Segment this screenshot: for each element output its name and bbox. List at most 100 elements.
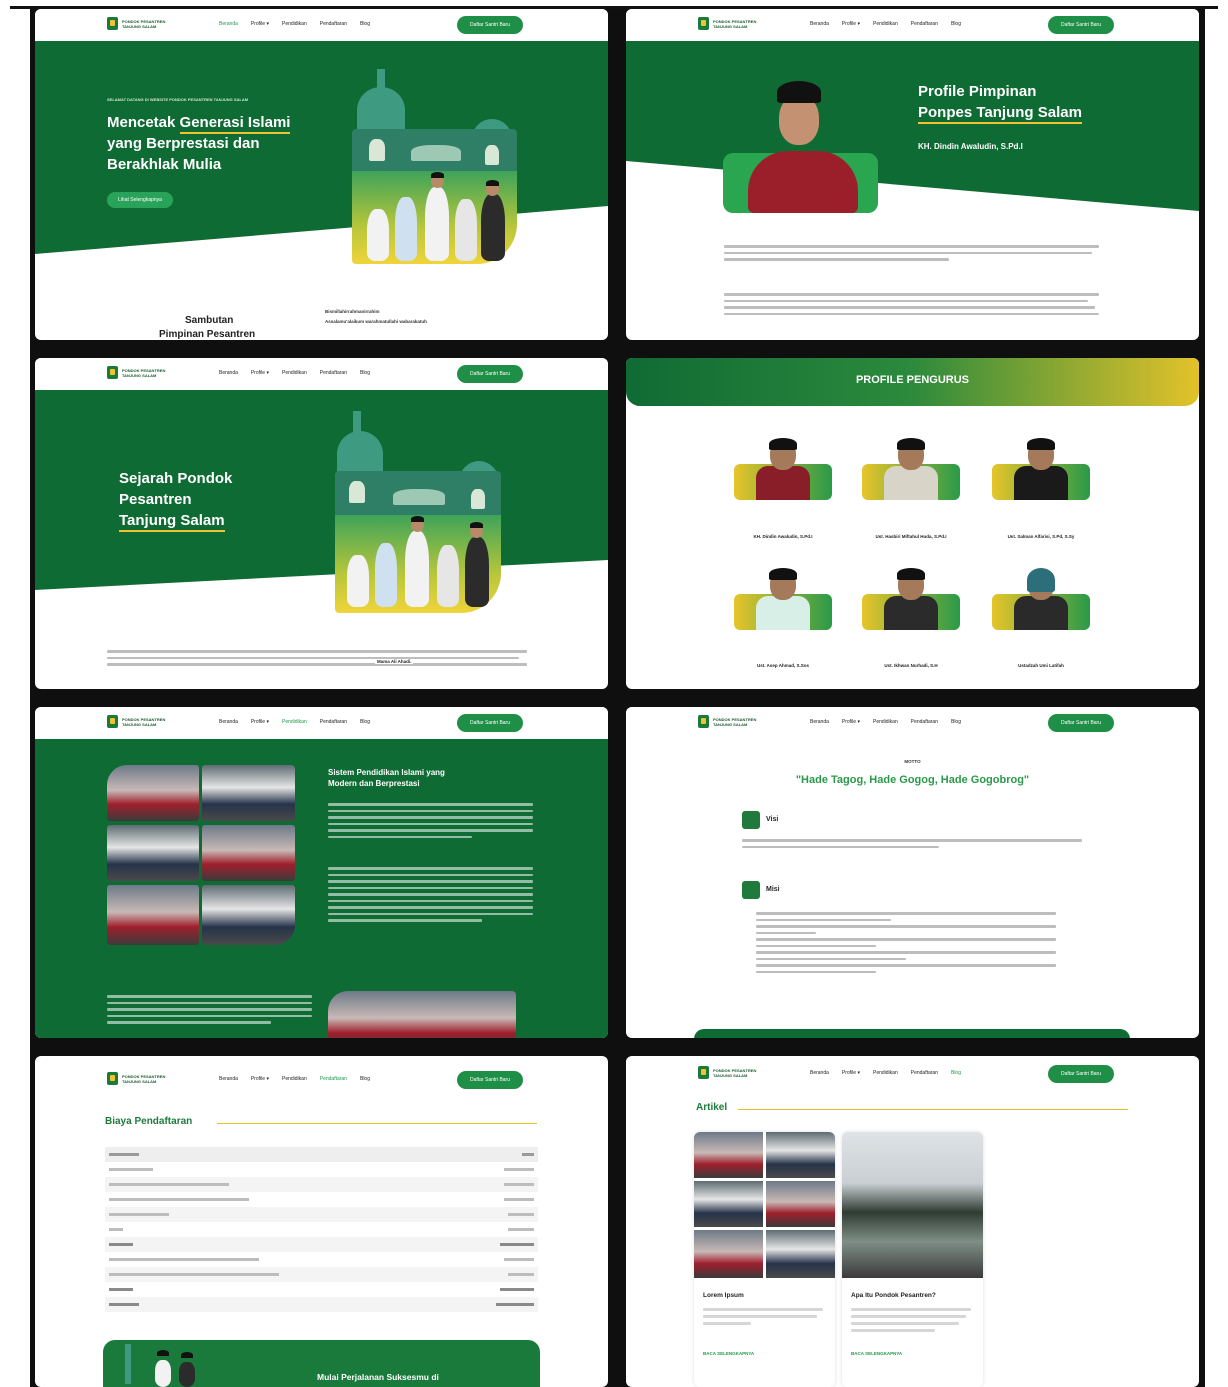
nav-link-pendaftaran[interactable]: Pendaftaran	[911, 719, 938, 725]
brand-logo[interactable]: PONDOK PESANTREN TANJUNG SALAM	[107, 1072, 165, 1085]
nav-link-profile[interactable]: Profile ▾	[251, 1076, 269, 1082]
pendidikan-paragraph-1	[328, 803, 533, 842]
brand-logo[interactable]: PONDOK PESANTREN TANJUNG SALAM	[107, 715, 165, 728]
pengurus-card[interactable]	[992, 568, 1090, 638]
article-title[interactable]: Lorem Ipsum	[703, 1292, 744, 1299]
register-button[interactable]: Daftar Santri Baru	[1048, 1065, 1114, 1083]
salam-line-2: Assalamu'alaikum warahmatullahi wabaraka…	[325, 319, 427, 324]
register-button[interactable]: Daftar Santri Baru	[1048, 16, 1114, 34]
pengurus-card[interactable]	[862, 568, 960, 638]
brand-name: TANJUNG SALAM	[122, 1078, 157, 1084]
cta-illustration	[115, 1342, 235, 1387]
nav-link-blog[interactable]: Blog	[360, 719, 370, 725]
article-read-more[interactable]: BACA SELENGKAPNYA	[703, 1351, 754, 1356]
pengurus-card[interactable]	[862, 438, 960, 508]
hero-title-part3: Berakhlak Mulia	[107, 156, 222, 173]
article-card[interactable]: Apa Itu Pondok Pesantren? BACA SELENGKAP…	[842, 1132, 983, 1387]
table-row	[105, 1162, 538, 1177]
nav-link-pendaftaran[interactable]: Pendaftaran	[320, 1076, 347, 1082]
nav-link-beranda[interactable]: Beranda	[219, 719, 238, 725]
logo-icon	[107, 366, 118, 379]
nav-link-profile[interactable]: Profile ▾	[251, 21, 269, 27]
top-divider	[0, 0, 1228, 9]
nav-links: Beranda Profile ▾ Pendidikan Pendaftaran…	[810, 719, 961, 725]
nav-link-blog[interactable]: Blog	[951, 719, 961, 725]
title-rule	[738, 1109, 1128, 1110]
brand-logo[interactable]: PONDOK PESANTREN TANJUNG SALAM	[698, 715, 756, 728]
photo-tile	[766, 1230, 835, 1278]
article-title[interactable]: Apa Itu Pondok Pesantren?	[851, 1292, 936, 1299]
nav-link-profile[interactable]: Profile ▾	[842, 719, 860, 725]
nav-link-beranda[interactable]: Beranda	[219, 21, 238, 27]
photo-tile	[107, 825, 199, 881]
sejarah-title-3: Tanjung Salam	[119, 512, 225, 532]
nav-link-pendaftaran[interactable]: Pendaftaran	[320, 719, 347, 725]
hero-title: Mencetak Generasi Islami yang Berprestas…	[107, 112, 291, 175]
brand-logo[interactable]: PONDOK PESANTREN TANJUNG SALAM	[698, 1066, 756, 1079]
nav-link-pendidikan[interactable]: Pendidikan	[873, 1070, 898, 1076]
nav-link-beranda[interactable]: Beranda	[810, 21, 829, 27]
nav-link-profile[interactable]: Profile ▾	[842, 1070, 860, 1076]
pengurus-card[interactable]	[734, 438, 832, 508]
profile-title: Profile Pimpinan Ponpes Tanjung Salam	[918, 81, 1082, 124]
logo-icon	[107, 715, 118, 728]
pengurus-card[interactable]	[734, 568, 832, 638]
register-button[interactable]: Daftar Santri Baru	[1048, 714, 1114, 732]
nav-link-blog[interactable]: Blog	[360, 21, 370, 27]
nav-link-pendidikan[interactable]: Pendidikan	[282, 719, 307, 725]
nav-link-beranda[interactable]: Beranda	[219, 1076, 238, 1082]
nav-link-pendidikan[interactable]: Pendidikan	[282, 370, 307, 376]
nav-link-pendidikan[interactable]: Pendidikan	[873, 719, 898, 725]
nav-links: Beranda Profile ▾ Pendidikan Pendaftaran…	[219, 370, 370, 376]
sejarah-title-2: Pesantren	[119, 491, 192, 508]
nav-link-beranda[interactable]: Beranda	[810, 1070, 829, 1076]
brand-name: TANJUNG SALAM	[713, 721, 748, 727]
register-button[interactable]: Daftar Santri Baru	[457, 365, 523, 383]
nav-link-pendidikan[interactable]: Pendidikan	[873, 21, 898, 27]
nav-link-pendidikan[interactable]: Pendidikan	[282, 21, 307, 27]
photo-tile	[202, 765, 295, 821]
nav-link-blog[interactable]: Blog	[951, 21, 961, 27]
brand-text: PONDOK PESANTREN TANJUNG SALAM	[122, 19, 165, 29]
profile-paragraph-1	[724, 245, 1099, 265]
sejarah-title: Sejarah Pondok Pesantren Tanjung Salam	[119, 468, 232, 532]
brand-name: TANJUNG SALAM	[122, 721, 157, 727]
article-card[interactable]: Lorem Ipsum BACA SELENGKAPNYA	[694, 1132, 835, 1387]
panel-biaya: PONDOK PESANTREN TANJUNG SALAM Beranda P…	[35, 1056, 608, 1387]
nav-link-pendaftaran[interactable]: Pendaftaran	[911, 1070, 938, 1076]
pengurus-card[interactable]	[992, 438, 1090, 508]
pengurus-name: Ust. Hasbiri Miftahul Huda, S.Pd.I	[875, 534, 947, 539]
misi-list	[756, 912, 1056, 977]
nav-link-blog[interactable]: Blog	[360, 1076, 370, 1082]
student-figure	[367, 209, 389, 261]
register-button[interactable]: Daftar Santri Baru	[457, 1071, 523, 1089]
salam-line-1: Bismillahirrahmanirrahim	[325, 309, 380, 314]
article-read-more[interactable]: BACA SELENGKAPNYA	[851, 1351, 902, 1356]
brand-logo[interactable]: PONDOK PESANTREN TANJUNG SALAM	[107, 366, 165, 379]
nav-link-pendidikan[interactable]: Pendidikan	[282, 1076, 307, 1082]
student-cap	[157, 1350, 169, 1356]
nav-link-beranda[interactable]: Beranda	[810, 719, 829, 725]
nav-link-pendaftaran[interactable]: Pendaftaran	[320, 370, 347, 376]
nav-link-profile[interactable]: Profile ▾	[842, 21, 860, 27]
nav-link-profile[interactable]: Profile ▾	[251, 719, 269, 725]
nav-link-beranda[interactable]: Beranda	[219, 370, 238, 376]
register-button[interactable]: Daftar Santri Baru	[457, 714, 523, 732]
article-image	[694, 1132, 835, 1278]
brand-logo[interactable]: PONDOK PESANTREN TANJUNG SALAM	[107, 17, 165, 30]
photo-tile	[202, 825, 295, 881]
cta-title: Mulai Perjalanan Suksesmu di	[317, 1372, 439, 1382]
nav-link-pendaftaran[interactable]: Pendaftaran	[911, 21, 938, 27]
nav-link-pendaftaran[interactable]: Pendaftaran	[320, 21, 347, 27]
brand-logo[interactable]: PONDOK PESANTREN TANJUNG SALAM	[698, 17, 756, 30]
pendidikan-title-1: Sistem Pendidikan Islami yang	[328, 768, 445, 777]
nav-link-blog[interactable]: Blog	[360, 370, 370, 376]
nav-link-blog[interactable]: Blog	[951, 1070, 961, 1076]
photo-tile	[694, 1181, 763, 1227]
register-button[interactable]: Daftar Santri Baru	[457, 16, 523, 34]
person-robe	[884, 466, 938, 500]
hero-cta-button[interactable]: Lihat Selengkapnya	[107, 192, 173, 208]
nav-link-profile[interactable]: Profile ▾	[251, 370, 269, 376]
table-row	[105, 1267, 538, 1282]
student-cap	[181, 1352, 193, 1358]
